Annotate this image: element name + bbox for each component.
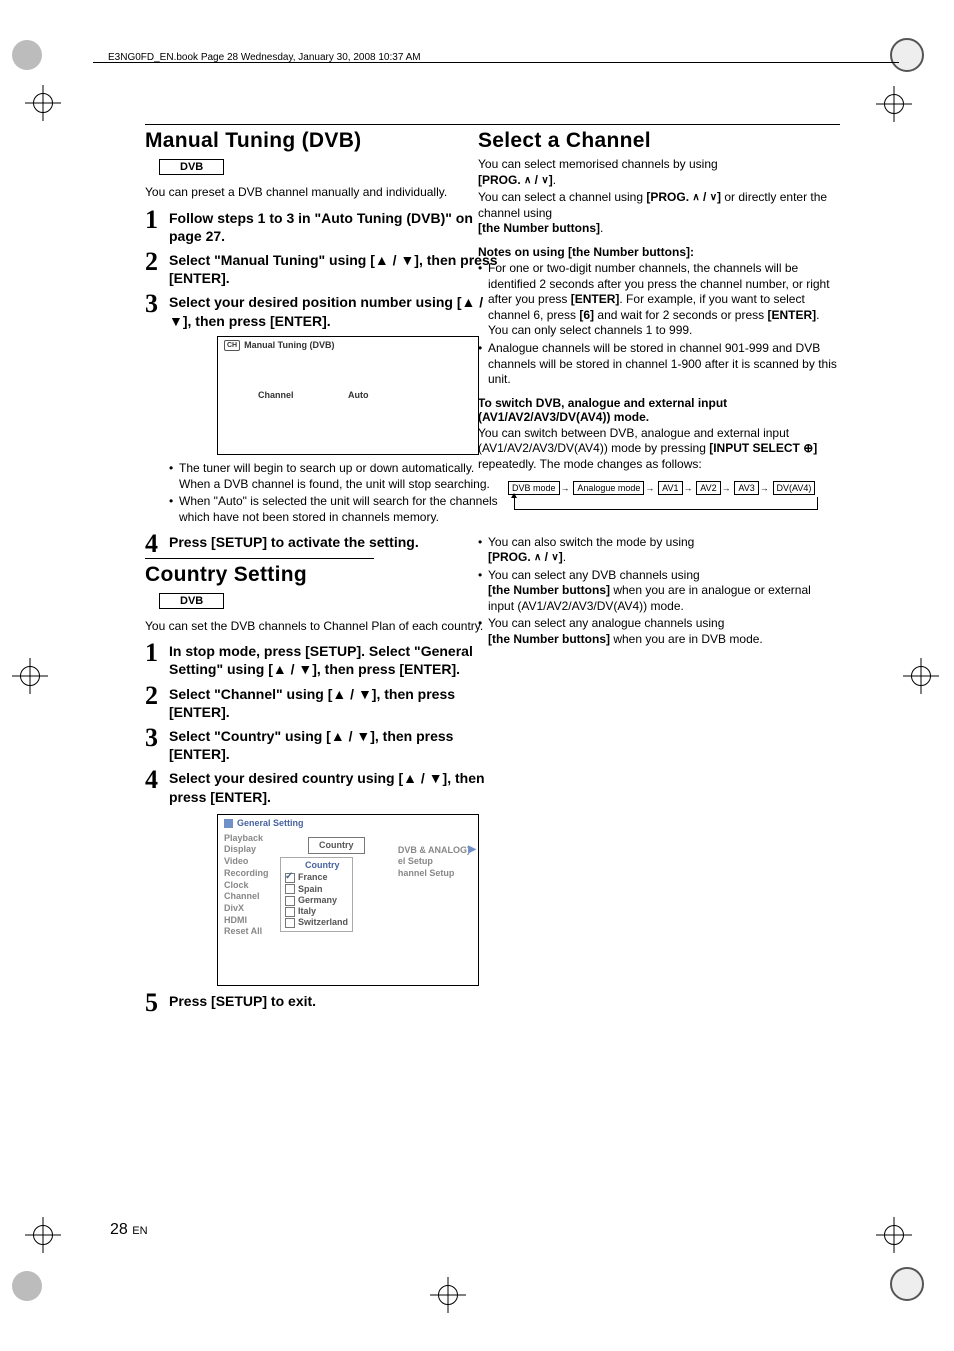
ch-icon: CH bbox=[224, 340, 240, 351]
book-header: E3NG0FD_EN.book Page 28 Wednesday, Janua… bbox=[108, 52, 421, 63]
step-4: Select your desired country using [▲ / ▼… bbox=[145, 769, 503, 985]
note: The tuner will begin to search up or dow… bbox=[169, 461, 503, 492]
crop-mark bbox=[876, 1217, 912, 1253]
checkbox-icon bbox=[285, 896, 295, 906]
reg-dot bbox=[12, 1271, 42, 1301]
crop-mark bbox=[430, 1277, 466, 1313]
note: You can select any analogue channels usi… bbox=[478, 616, 840, 647]
osd-country-list: Country France Spain Germany Italy Switz… bbox=[280, 857, 353, 932]
reg-dot bbox=[890, 1267, 924, 1301]
crop-mark bbox=[903, 658, 939, 694]
note: When "Auto" is selected the unit will se… bbox=[169, 494, 503, 525]
osd-right-menu: DVB & ANALOG) el Setup hannel Setup bbox=[398, 845, 470, 880]
subhead-switch: To switch DVB, analogue and external inp… bbox=[478, 396, 840, 424]
heading-select-channel: Select a Channel bbox=[478, 129, 840, 153]
osd-channel-label: Channel bbox=[258, 390, 348, 402]
badge-dvb: DVB bbox=[159, 593, 224, 609]
osd-manual-tuning: CHManual Tuning (DVB) ChannelAuto bbox=[217, 336, 479, 455]
step-1: Follow steps 1 to 3 in "Auto Tuning (DVB… bbox=[145, 209, 503, 245]
step-1: In stop mode, press [SETUP]. Select "Gen… bbox=[145, 642, 503, 678]
mode-diagram: DVB mode→ Analogue mode→ AV1→ AV2→ AV3→ … bbox=[508, 481, 840, 521]
intro-text: You can set the DVB channels to Channel … bbox=[145, 619, 503, 635]
crop-mark bbox=[876, 86, 912, 122]
crop-mark bbox=[25, 85, 61, 121]
heading-manual-tuning: Manual Tuning (DVB) bbox=[145, 129, 503, 153]
body-text: You can switch between DVB, analogue and… bbox=[478, 426, 840, 473]
subhead-notes: Notes on using [the Number buttons]: bbox=[478, 245, 840, 259]
intro-text: You can preset a DVB channel manually an… bbox=[145, 185, 503, 201]
step-2: Select "Manual Tuning" using [▲ / ▼], th… bbox=[145, 251, 503, 287]
step-4: Press [SETUP] to activate the setting. bbox=[145, 533, 503, 551]
note: Analogue channels will be stored in chan… bbox=[478, 341, 840, 388]
crop-mark bbox=[12, 658, 48, 694]
heading-country-setting: Country Setting bbox=[145, 563, 503, 587]
crop-mark bbox=[25, 1217, 61, 1253]
section-rule bbox=[145, 124, 503, 125]
checkbox-icon bbox=[285, 884, 295, 894]
play-icon: ▶ bbox=[468, 843, 476, 856]
body-text: You can select a channel using [PROG. ∧ … bbox=[478, 190, 840, 237]
osd-general-setting: General Setting Playback Display Video R… bbox=[217, 814, 479, 986]
osd-side-menu: Playback Display Video Recording Clock C… bbox=[224, 833, 269, 938]
checkbox-icon bbox=[285, 907, 295, 917]
step-5: Press [SETUP] to exit. bbox=[145, 992, 503, 1010]
osd-auto-label: Auto bbox=[348, 390, 369, 402]
reg-dot bbox=[12, 40, 42, 70]
reg-dot bbox=[890, 38, 924, 72]
step-2: Select "Channel" using [▲ / ▼], then pre… bbox=[145, 685, 503, 721]
section-rule bbox=[145, 558, 374, 559]
badge-dvb: DVB bbox=[159, 159, 224, 175]
body-text: You can select memorised channels by usi… bbox=[478, 157, 840, 188]
step-3: Select your desired position number usin… bbox=[145, 293, 503, 525]
note: For one or two-digit number channels, th… bbox=[478, 261, 840, 339]
page-number: 28 EN bbox=[110, 1221, 148, 1239]
osd-country-popup: Country bbox=[308, 837, 365, 855]
wrench-icon bbox=[224, 819, 233, 828]
checkbox-icon bbox=[285, 873, 295, 883]
note: You can select any DVB channels using [t… bbox=[478, 568, 840, 615]
note: You can also switch the mode by using [P… bbox=[478, 535, 840, 566]
section-rule bbox=[478, 124, 840, 125]
checkbox-icon bbox=[285, 918, 295, 928]
step-3: Select "Country" using [▲ / ▼], then pre… bbox=[145, 727, 503, 763]
